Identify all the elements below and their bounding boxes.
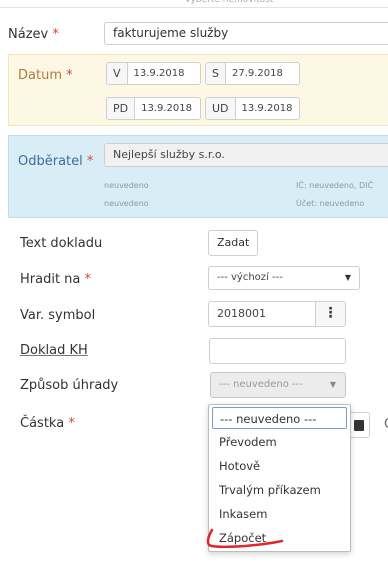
date-ud[interactable]: UD 13.9.2018 bbox=[205, 97, 300, 120]
doklad-kh-label[interactable]: Doklad KH bbox=[20, 343, 88, 358]
dropdown-option[interactable]: Hotově bbox=[209, 455, 350, 477]
kebab-icon[interactable]: ⋮ bbox=[315, 302, 345, 326]
date-prefix: V bbox=[107, 63, 128, 84]
doklad-kh-input[interactable] bbox=[209, 338, 346, 364]
dropdown-option[interactable]: Inkasem bbox=[209, 503, 350, 525]
date-vystaveni[interactable]: V 13.9.2018 bbox=[106, 62, 201, 85]
calculator-icon[interactable] bbox=[354, 420, 364, 431]
date-prefix: S bbox=[206, 63, 226, 84]
odberatel-label: Odběratel * bbox=[18, 154, 94, 169]
invoice-form-page: Vyberte nemovitost Název * fakturujeme s… bbox=[0, 0, 388, 573]
zadat-button[interactable]: Zadat bbox=[208, 230, 258, 256]
nazev-label: Název * bbox=[8, 27, 59, 42]
datum-label: Datum * bbox=[18, 68, 73, 83]
banner-text: Vyberte nemovitost bbox=[184, 0, 274, 5]
dropdown-option[interactable]: Trvalým příkazem bbox=[209, 479, 350, 501]
odberatel-address-2: neuvedeno bbox=[104, 199, 149, 208]
castka-input-edge[interactable] bbox=[350, 412, 370, 438]
date-prefix: UD bbox=[206, 98, 236, 119]
odberatel-ucet: Účet: neuvedeno bbox=[296, 199, 365, 208]
caret-down-icon: ▼ bbox=[344, 273, 351, 282]
odberatel-input[interactable]: Nejlepší služby s.r.o. bbox=[104, 143, 388, 167]
var-symbol-input[interactable]: 2018001 bbox=[209, 302, 315, 326]
date-splatnosti[interactable]: S 27.9.2018 bbox=[205, 62, 300, 85]
date-value[interactable]: 13.9.2018 bbox=[236, 98, 299, 119]
text-dokladu-label: Text dokladu bbox=[20, 236, 103, 251]
date-prefix: PD bbox=[107, 98, 136, 119]
var-symbol-group: 2018001 ⋮ bbox=[208, 301, 346, 327]
required-mark: * bbox=[84, 272, 92, 287]
date-pd[interactable]: PD 13.9.2018 bbox=[106, 97, 201, 120]
var-symbol-label: Var. symbol bbox=[20, 308, 96, 323]
caret-down-icon: ▼ bbox=[329, 380, 336, 389]
nazev-input[interactable]: fakturujeme služby bbox=[104, 22, 388, 45]
odberatel-ic: IČ: neuvedeno, DIČ bbox=[296, 181, 374, 190]
required-mark: * bbox=[86, 154, 94, 169]
date-value[interactable]: 13.9.2018 bbox=[135, 98, 198, 119]
zpusob-uhrady-select[interactable]: --- neuvedeno --- ▼ bbox=[210, 372, 346, 398]
date-value[interactable]: 27.9.2018 bbox=[226, 63, 289, 84]
top-banner: Vyberte nemovitost bbox=[0, 0, 388, 8]
currency-letter: C bbox=[384, 417, 388, 432]
required-mark: * bbox=[52, 27, 59, 42]
hradit-na-label: Hradit na * bbox=[20, 272, 92, 287]
dropdown-option[interactable]: --- neuvedeno --- bbox=[212, 407, 347, 429]
dropdown-option[interactable]: Převodem bbox=[209, 431, 350, 453]
hradit-na-value: --- výchozí --- bbox=[217, 272, 283, 283]
castka-label: Částka * bbox=[20, 416, 75, 431]
dropdown-option[interactable]: Zápočet bbox=[209, 527, 350, 549]
required-mark: * bbox=[68, 416, 75, 431]
date-value[interactable]: 13.9.2018 bbox=[128, 63, 191, 84]
zpusob-uhrady-value: --- neuvedeno --- bbox=[219, 379, 303, 390]
odberatel-address-1: neuvedeno bbox=[104, 181, 149, 190]
hradit-na-select[interactable]: --- výchozí --- ▼ bbox=[208, 266, 360, 290]
zpusob-uhrady-label: Způsob úhrady bbox=[20, 378, 119, 393]
required-mark: * bbox=[66, 68, 73, 83]
zpusob-uhrady-dropdown: --- neuvedeno --- Převodem Hotově Trvalý… bbox=[208, 404, 351, 552]
